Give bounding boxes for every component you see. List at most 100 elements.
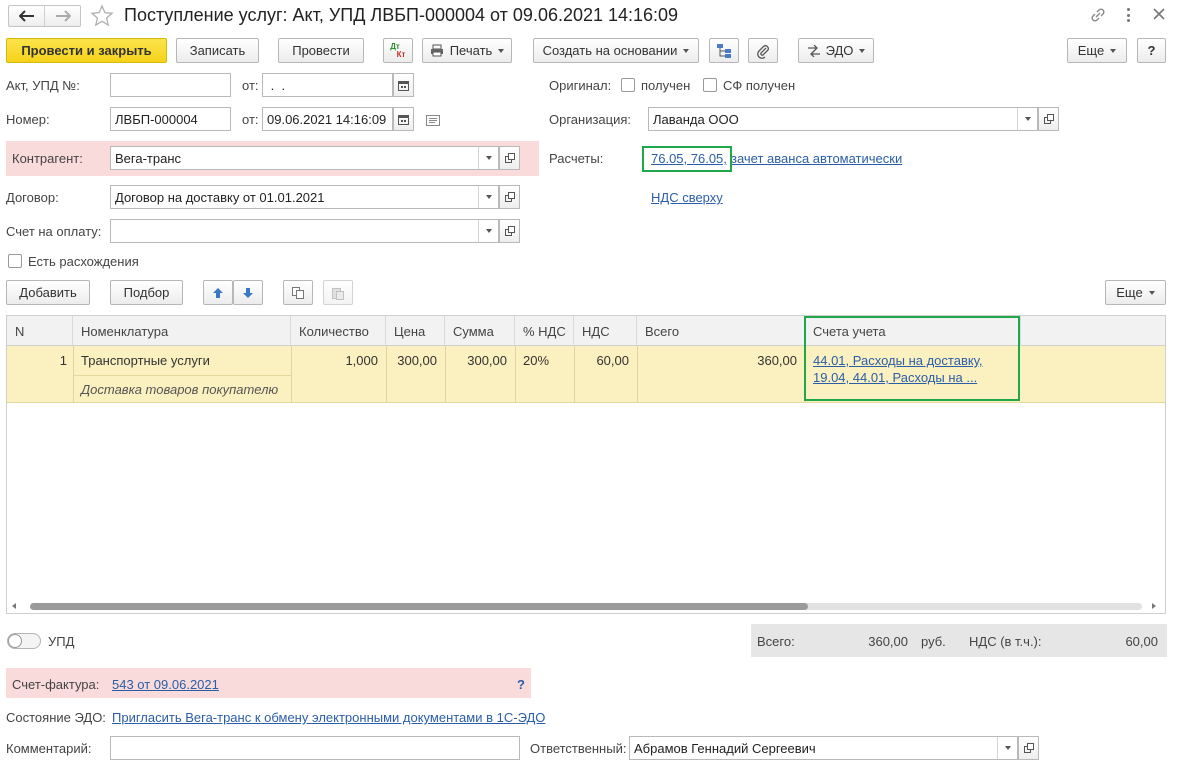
row-total[interactable]: 360,00 bbox=[637, 353, 797, 368]
row-item[interactable]: Транспортные услуги bbox=[81, 353, 210, 368]
row-vat-rate[interactable]: 20% bbox=[523, 353, 549, 368]
col-sum[interactable]: Сумма bbox=[445, 316, 515, 346]
move-up-button[interactable] bbox=[203, 280, 233, 305]
nav-buttons bbox=[8, 5, 81, 27]
chevron-down-icon bbox=[1110, 48, 1117, 53]
scroll-right-icon[interactable] bbox=[1152, 603, 1156, 609]
forward-arrow-icon[interactable] bbox=[45, 6, 81, 26]
upd-toggle[interactable] bbox=[7, 633, 41, 649]
kt-label: Кт bbox=[396, 49, 406, 59]
arrow-down-icon bbox=[243, 287, 253, 298]
chevron-down-icon[interactable] bbox=[478, 220, 498, 242]
comment-list-icon[interactable] bbox=[426, 114, 440, 129]
row-subline bbox=[73, 375, 291, 376]
create-based-label: Создать на основании bbox=[542, 43, 678, 58]
more-vertical-icon[interactable] bbox=[1124, 6, 1132, 24]
responsible-field[interactable]: Абрамов Геннадий Сергеевич bbox=[629, 736, 1018, 760]
discrepancy-checkbox[interactable] bbox=[8, 254, 22, 268]
post-button[interactable]: Провести bbox=[278, 38, 364, 63]
counterparty-field[interactable]: Вега-транс bbox=[110, 146, 499, 170]
col-nomenclature[interactable]: Номенклатура bbox=[73, 316, 291, 346]
window-title: Поступление услуг: Акт, УПД ЛВБП-000004 … bbox=[124, 5, 679, 25]
upd-label: УПД bbox=[48, 634, 75, 649]
row-quantity[interactable]: 1,000 bbox=[291, 353, 378, 368]
chevron-down-icon[interactable] bbox=[478, 186, 498, 208]
create-based-on-button[interactable]: Создать на основании bbox=[533, 38, 699, 63]
chevron-down-icon[interactable] bbox=[997, 737, 1017, 759]
contract-field[interactable]: Договор на доставку от 01.01.2021 bbox=[110, 185, 499, 209]
tax-invoice-link[interactable]: 543 от 09.06.2021 bbox=[112, 677, 219, 692]
counterparty-label: Контрагент: bbox=[12, 151, 83, 166]
col-price[interactable]: Цена bbox=[386, 316, 445, 346]
table-more-button[interactable]: Еще bbox=[1105, 280, 1166, 305]
number-field[interactable]: ЛВБП-000004 bbox=[110, 107, 231, 131]
paste-row-button[interactable] bbox=[323, 280, 353, 305]
scroll-left-icon[interactable] bbox=[12, 603, 16, 609]
number-date-label: от: bbox=[242, 112, 259, 127]
pick-button[interactable]: Подбор bbox=[110, 280, 183, 305]
settlements-label: Расчеты: bbox=[549, 151, 604, 166]
dt-kt-button[interactable]: Дт Кт bbox=[383, 38, 413, 63]
row-price[interactable]: 300,00 bbox=[386, 353, 437, 368]
received-checkbox[interactable] bbox=[621, 78, 635, 92]
row-item-description[interactable]: Доставка товаров покупателю bbox=[81, 382, 278, 397]
back-arrow-icon[interactable] bbox=[9, 6, 45, 26]
row-sum[interactable]: 300,00 bbox=[445, 353, 507, 368]
responsible-value: Абрамов Геннадий Сергеевич bbox=[634, 740, 816, 756]
horizontal-scrollbar-thumb[interactable] bbox=[30, 603, 808, 610]
link-icon[interactable] bbox=[1090, 7, 1106, 26]
open-counterparty-icon[interactable] bbox=[499, 146, 520, 170]
number-date-field[interactable]: 09.06.2021 14:16:09 bbox=[262, 107, 393, 131]
move-down-button[interactable] bbox=[233, 280, 263, 305]
invoice-help-icon[interactable]: ? bbox=[517, 677, 525, 692]
invoice-for-payment-label: Счет на оплату: bbox=[6, 224, 102, 239]
counterparty-value: Вега-транс bbox=[115, 150, 182, 166]
col-quantity[interactable]: Количество bbox=[291, 316, 386, 346]
add-row-button[interactable]: Добавить bbox=[6, 280, 90, 305]
total-value: 360,00 bbox=[868, 634, 908, 649]
open-organization-icon[interactable] bbox=[1038, 107, 1059, 131]
chevron-down-icon[interactable] bbox=[478, 147, 498, 169]
organization-label: Организация: bbox=[549, 112, 632, 127]
invoice-for-payment-field[interactable] bbox=[110, 219, 499, 243]
act-number-field[interactable] bbox=[110, 73, 231, 97]
print-button[interactable]: Печать bbox=[422, 38, 512, 63]
organization-value: Лаванда ООО bbox=[653, 111, 739, 127]
col-n[interactable]: N bbox=[7, 316, 73, 346]
save-button[interactable]: Записать bbox=[176, 38, 259, 63]
vat-on-top-link[interactable]: НДС сверху bbox=[651, 190, 723, 205]
edo-invite-link[interactable]: Пригласить Вега-транс к обмену электронн… bbox=[112, 710, 545, 725]
currency-label: руб. bbox=[921, 634, 946, 649]
favorite-star-icon[interactable] bbox=[90, 4, 114, 31]
col-vat-rate[interactable]: % НДС bbox=[515, 316, 574, 346]
help-button[interactable]: ? bbox=[1137, 38, 1166, 63]
calendar-icon[interactable] bbox=[393, 107, 414, 131]
calendar-icon[interactable] bbox=[393, 73, 414, 97]
edo-button[interactable]: ЭДО bbox=[798, 38, 874, 63]
close-icon[interactable] bbox=[1152, 7, 1166, 24]
open-contract-icon[interactable] bbox=[499, 185, 520, 209]
received-label: получен bbox=[641, 78, 691, 93]
more-button[interactable]: Еще bbox=[1067, 38, 1127, 63]
organization-field[interactable]: Лаванда ООО bbox=[648, 107, 1038, 131]
settlements-advance-link[interactable]: зачет аванса автоматически bbox=[731, 151, 902, 166]
structure-button[interactable] bbox=[709, 38, 739, 63]
row-vat[interactable]: 60,00 bbox=[574, 353, 629, 368]
attach-button[interactable] bbox=[748, 38, 778, 63]
chevron-down-icon[interactable] bbox=[1017, 108, 1037, 130]
copy-row-button[interactable] bbox=[283, 280, 313, 305]
col-total[interactable]: Всего bbox=[637, 316, 805, 346]
sf-received-checkbox[interactable] bbox=[703, 78, 717, 92]
tax-invoice-label: Счет-фактура: bbox=[12, 677, 100, 692]
comment-field[interactable] bbox=[110, 736, 520, 760]
chevron-down-icon bbox=[1148, 290, 1155, 295]
arrow-up-icon bbox=[213, 287, 223, 298]
post-and-close-button[interactable]: Провести и закрыть bbox=[6, 38, 167, 63]
accounts-highlight bbox=[804, 316, 1020, 401]
col-vat[interactable]: НДС bbox=[574, 316, 637, 346]
open-responsible-icon[interactable] bbox=[1018, 736, 1039, 760]
open-invoice-icon[interactable] bbox=[499, 219, 520, 243]
edo-icon bbox=[807, 44, 821, 57]
act-date-field[interactable]: . . bbox=[262, 73, 393, 97]
paste-icon bbox=[332, 287, 344, 300]
